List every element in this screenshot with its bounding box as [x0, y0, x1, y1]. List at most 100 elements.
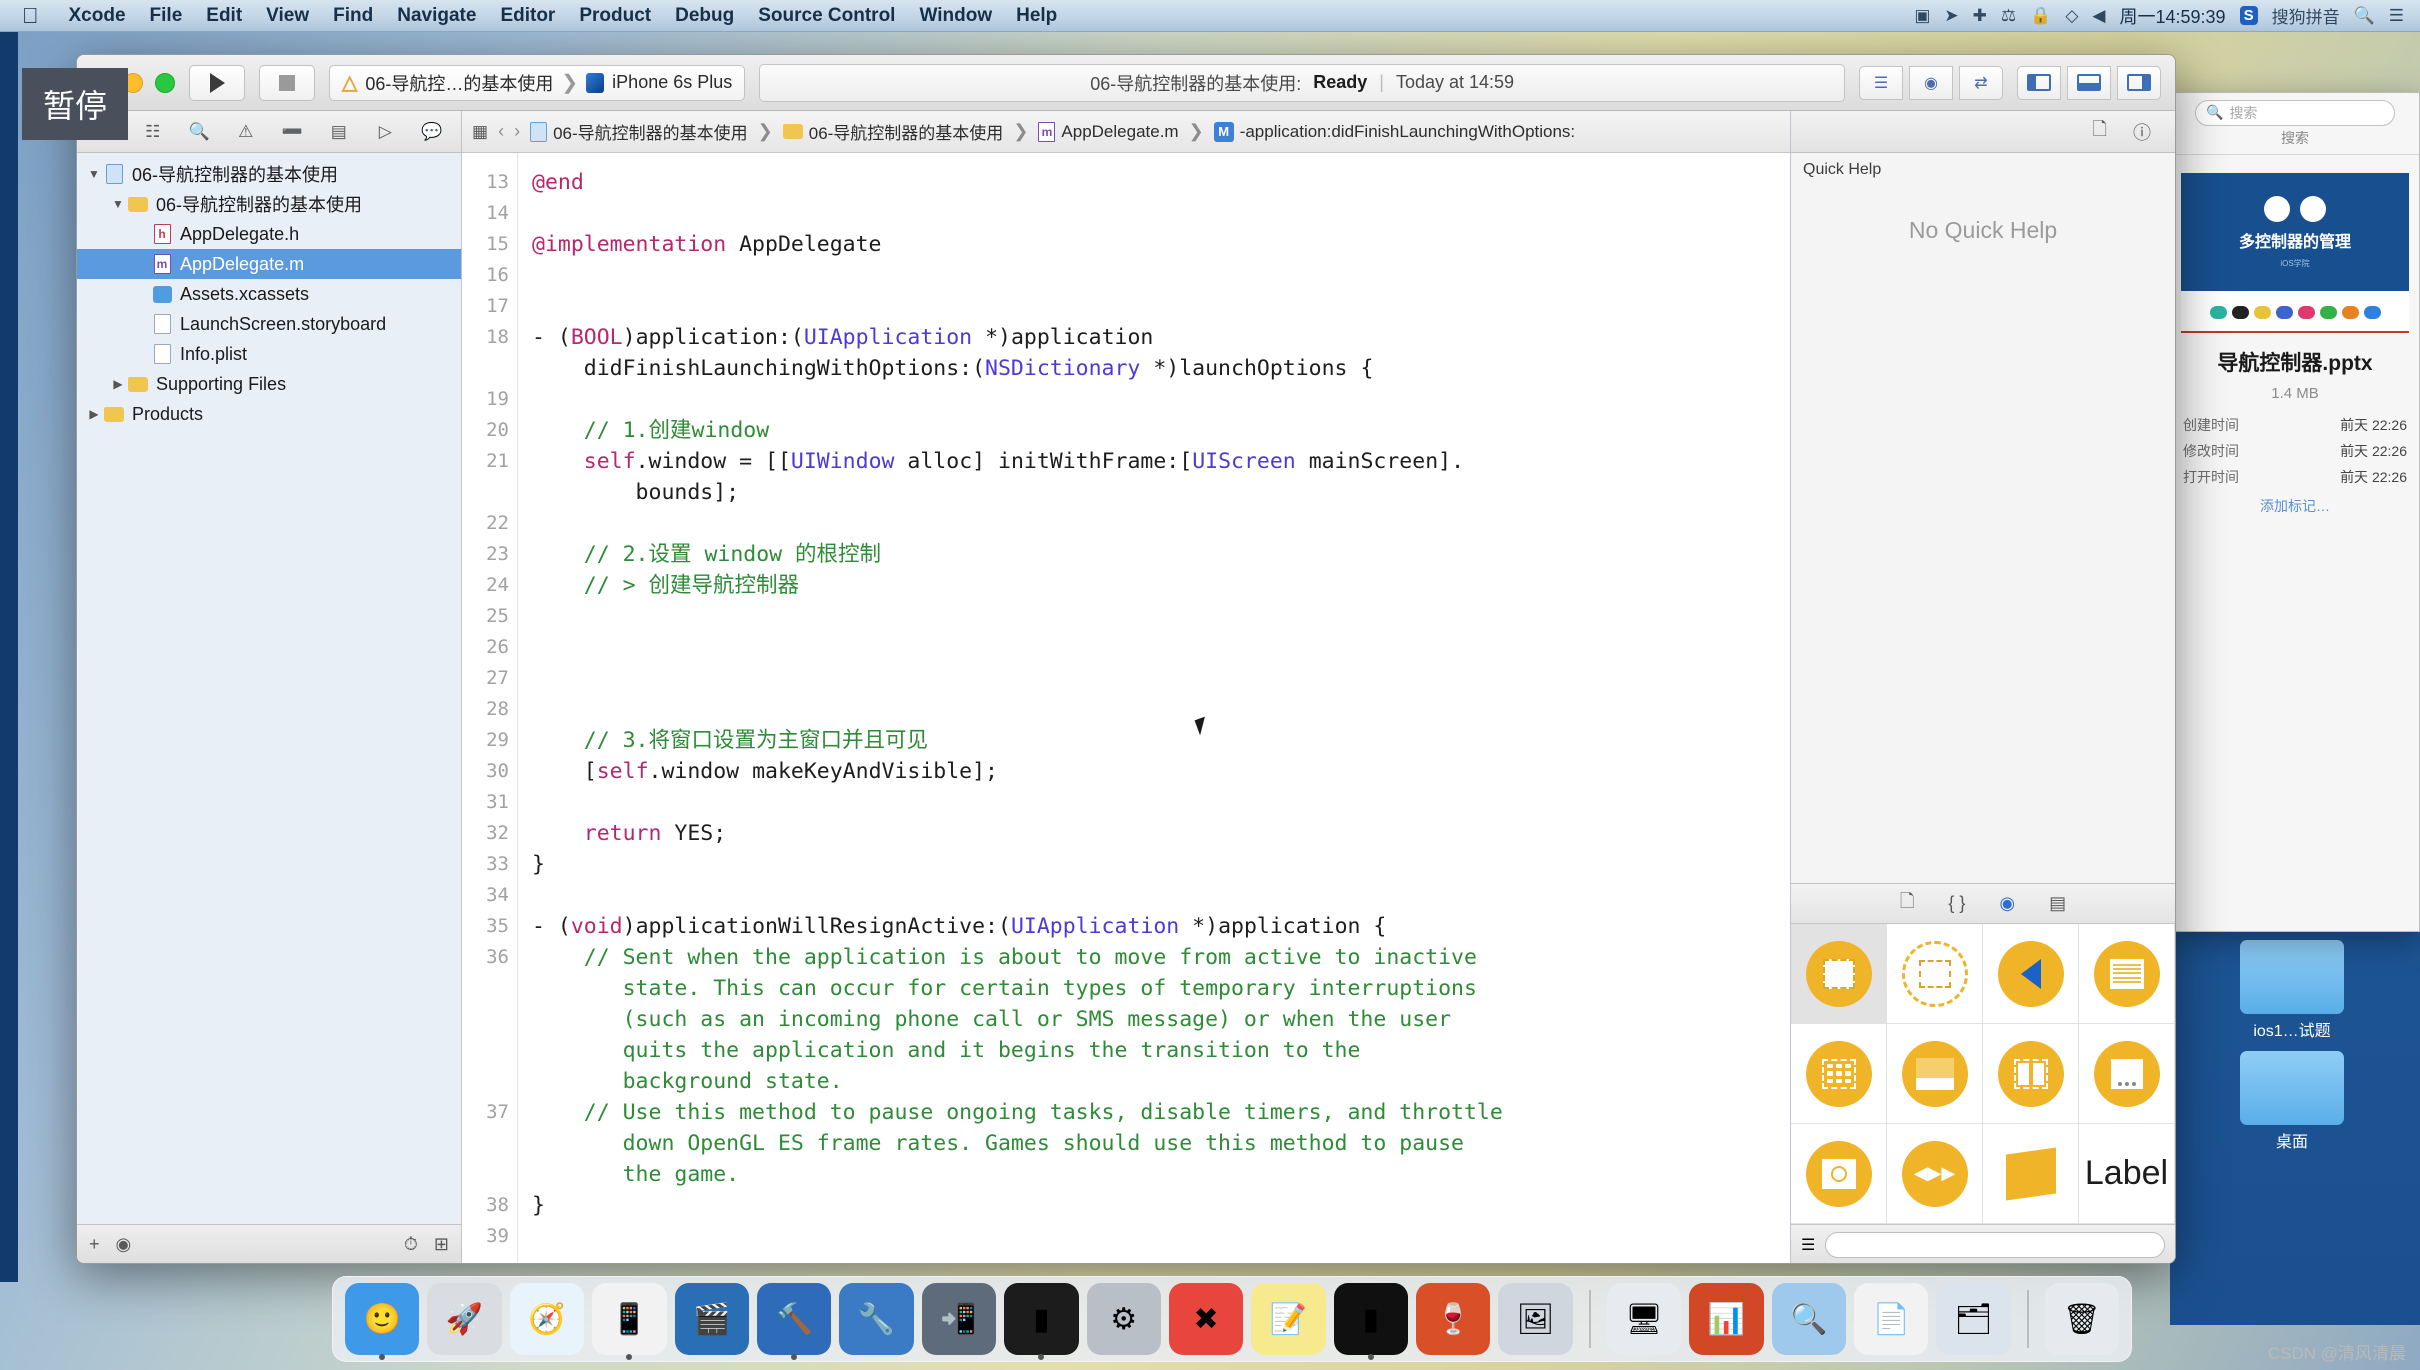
- breadcrumb-group[interactable]: 06-导航控制器的基本使用: [782, 119, 1003, 144]
- tree-item-assets[interactable]: Assets.xcassets: [77, 279, 461, 309]
- library-item-glkit-view-controller[interactable]: [1983, 1124, 2079, 1224]
- file-inspector-icon[interactable]: 🗋: [2093, 117, 2107, 147]
- dock-item-quicktime[interactable]: 🎬: [674, 1283, 749, 1355]
- library-item-image-view-controller[interactable]: [1791, 1124, 1887, 1224]
- finder-search-input[interactable]: 🔍 搜索: [2195, 99, 2395, 126]
- menu-item-window[interactable]: Window: [907, 5, 1004, 27]
- airplay-icon[interactable]: ➤: [1944, 6, 1958, 26]
- bluetooth-icon[interactable]: ✚: [1973, 6, 1987, 26]
- toggle-utilities-button[interactable]: [2117, 65, 2161, 100]
- tab-debug-navigator[interactable]: ▤: [316, 117, 363, 147]
- disclosure-triangle-icon[interactable]: ▼: [85, 167, 103, 181]
- dock-item-xmind[interactable]: ✖: [1168, 1283, 1244, 1355]
- shield-icon[interactable]: ◇: [2065, 6, 2078, 26]
- menu-item-view[interactable]: View: [254, 5, 321, 27]
- navigate-forward-button[interactable]: ›: [514, 121, 520, 142]
- add-file-button[interactable]: +: [89, 1234, 100, 1255]
- library-item-table-view-controller[interactable]: [2079, 924, 2175, 1024]
- run-button[interactable]: [189, 64, 245, 101]
- file-template-library-icon[interactable]: 🗋: [1900, 889, 1914, 919]
- menu-item-editor[interactable]: Editor: [488, 5, 567, 27]
- menu-item-navigate[interactable]: Navigate: [385, 5, 488, 27]
- wifi-icon[interactable]: ⚖: [2001, 6, 2016, 26]
- library-item-split-view-controller[interactable]: [1983, 1024, 2079, 1124]
- dock-item-keynote[interactable]: 🖥: [1606, 1283, 1682, 1355]
- library-filter-input[interactable]: [1825, 1231, 2165, 1258]
- breadcrumb-file[interactable]: m AppDelegate.m: [1038, 121, 1179, 142]
- dock-item-simulator[interactable]: 📱: [592, 1283, 667, 1360]
- menu-clock[interactable]: 周一14:59:39: [2119, 3, 2225, 29]
- disclosure-triangle-icon[interactable]: ▶: [85, 407, 103, 421]
- screen-record-icon[interactable]: ▣: [1914, 6, 1930, 26]
- lock-icon[interactable]: 🔒: [2030, 6, 2051, 26]
- tab-symbol-navigator[interactable]: ☷: [130, 117, 177, 147]
- ime-label[interactable]: 搜狗拼音: [2272, 3, 2340, 28]
- menu-item-edit[interactable]: Edit: [194, 5, 254, 27]
- dock-item-launchpad[interactable]: 🚀: [427, 1283, 502, 1355]
- object-library-icon[interactable]: ◉: [1999, 893, 2015, 914]
- library-item-label[interactable]: Label: [2079, 1124, 2175, 1224]
- finder-add-tag-link[interactable]: 添加标记…: [2171, 496, 2419, 516]
- library-item-storyboard-reference[interactable]: [1887, 924, 1983, 1024]
- library-item-view-controller[interactable]: [1791, 924, 1887, 1024]
- control-center-icon[interactable]: ☰: [2389, 6, 2404, 26]
- breadcrumb-project[interactable]: 06-导航控制器的基本使用: [530, 119, 748, 144]
- menu-item-file[interactable]: File: [138, 5, 195, 27]
- desktop-folder[interactable]: 桌面: [2238, 1051, 2346, 1152]
- related-files-icon[interactable]: ▦: [472, 122, 488, 142]
- menu-item-help[interactable]: Help: [1004, 5, 1069, 27]
- dock-item-powerpoint[interactable]: 📊: [1689, 1283, 1764, 1355]
- code-snippet-library-icon[interactable]: { }: [1948, 893, 1965, 914]
- tree-item-products[interactable]: ▶ Products: [77, 399, 461, 429]
- tree-item-group[interactable]: ▼ 06-导航控制器的基本使用: [77, 189, 461, 219]
- library-item-page-view-controller[interactable]: [2079, 1024, 2175, 1124]
- dock-item-terminal[interactable]: ▮: [1004, 1283, 1079, 1360]
- menu-item-source-control[interactable]: Source Control: [746, 5, 907, 27]
- dock-item-preview[interactable]: 🔍: [1771, 1283, 1846, 1355]
- apple-menu-icon[interactable]: : [0, 3, 57, 29]
- assistant-editor-button[interactable]: ◉: [1909, 65, 1953, 100]
- tab-report-navigator[interactable]: 💬: [409, 117, 456, 147]
- tree-item-appdelegate-m[interactable]: m AppDelegate.m: [77, 249, 461, 279]
- library-list-view-icon[interactable]: ☰: [1801, 1235, 1815, 1255]
- disclosure-triangle-icon[interactable]: ▶: [109, 377, 127, 391]
- library-item-tab-bar-controller[interactable]: [1887, 1024, 1983, 1124]
- dock-item-finder[interactable]: 🙂: [345, 1283, 420, 1360]
- project-file-tree[interactable]: ▼ 06-导航控制器的基本使用 ▼ 06-导航控制器的基本使用 h AppDel…: [77, 153, 461, 1224]
- tree-item-project[interactable]: ▼ 06-导航控制器的基本使用: [77, 159, 461, 189]
- dock-item-finder-window[interactable]: 🗂: [1936, 1283, 2011, 1355]
- tree-item-launchscreen[interactable]: LaunchScreen.storyboard: [77, 309, 461, 339]
- menu-item-product[interactable]: Product: [567, 5, 663, 27]
- disclosure-triangle-icon[interactable]: ▼: [109, 197, 127, 211]
- navigate-back-button[interactable]: ‹: [498, 121, 504, 142]
- tab-breakpoint-navigator[interactable]: ▷: [362, 117, 409, 147]
- dock-item-iterm[interactable]: ▮: [1333, 1283, 1409, 1360]
- dock-item-trash[interactable]: 🗑: [2044, 1283, 2120, 1355]
- media-library-icon[interactable]: ▤: [2049, 893, 2066, 914]
- menu-item-xcode[interactable]: Xcode: [57, 5, 138, 27]
- toggle-navigator-button[interactable]: [2017, 65, 2061, 100]
- desktop-folder[interactable]: ios1…试题: [2238, 940, 2346, 1041]
- stop-button[interactable]: [259, 64, 315, 101]
- tree-item-infoplist[interactable]: Info.plist: [77, 339, 461, 369]
- tree-item-supporting-files[interactable]: ▶ Supporting Files: [77, 369, 461, 399]
- dock-item-xcode-beta[interactable]: 🔧: [839, 1283, 914, 1355]
- quick-help-inspector-icon[interactable]: ⓘ: [2133, 119, 2151, 145]
- source-code-area[interactable]: 13 14 15 16 17 18 19 20 21 22 23 24 25 26 27 28 29 30 31…: [462, 153, 1790, 1263]
- standard-editor-button[interactable]: ☰: [1859, 65, 1903, 100]
- filter-icon[interactable]: ◉: [116, 1234, 132, 1255]
- object-library-grid[interactable]: ◀▶▶ Label: [1791, 924, 2175, 1224]
- dock-item-system-preferences[interactable]: ⚙: [1086, 1283, 1161, 1355]
- library-item-av-player-controller[interactable]: ◀▶▶: [1887, 1124, 1983, 1224]
- ime-badge[interactable]: S: [2239, 6, 2258, 25]
- dock-item-screenshot[interactable]: 🖼: [1498, 1283, 1573, 1355]
- recent-files-icon[interactable]: ⏱: [404, 1234, 418, 1255]
- tab-issue-navigator[interactable]: ⚠: [223, 117, 270, 147]
- source-code-text[interactable]: @end @implementation AppDelegate - (BOOL…: [518, 153, 1790, 1263]
- finder-preview-window[interactable]: 🔍 搜索 搜索 多控制器的管理 iOS学院 导航控制器.pptx 1.4 MB …: [2170, 92, 2420, 932]
- dock-item-xcode[interactable]: 🔨: [756, 1283, 832, 1360]
- breadcrumb-method[interactable]: M -application:didFinishLaunchingWithOpt…: [1213, 121, 1575, 142]
- source-control-icon[interactable]: ⊞: [434, 1234, 449, 1255]
- tab-test-navigator[interactable]: ➖: [269, 117, 316, 147]
- dock-item-charles[interactable]: 🍷: [1416, 1283, 1491, 1355]
